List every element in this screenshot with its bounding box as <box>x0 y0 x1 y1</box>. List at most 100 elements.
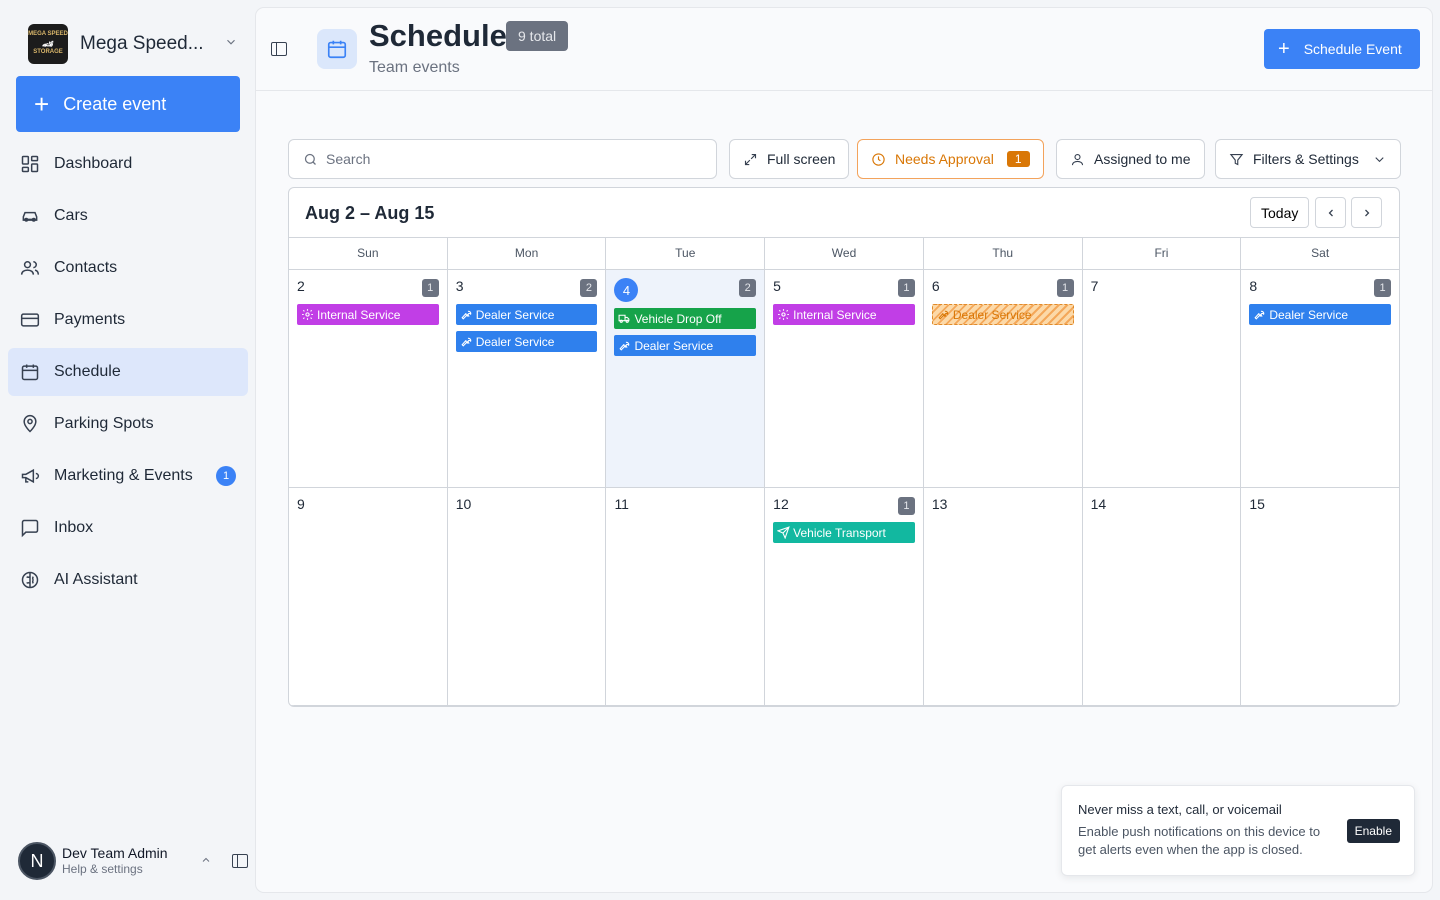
day-number: 6 <box>931 278 940 294</box>
push-notification-toast: Never miss a text, call, or voicemail En… <box>1061 785 1415 876</box>
event-title: Dealer Service <box>1269 307 1349 322</box>
event-count-badge: 1 <box>421 279 439 297</box>
event-count-badge: 2 <box>580 279 598 297</box>
sidebar-item-contacts[interactable]: Contacts <box>8 244 248 292</box>
enable-button[interactable]: Enable <box>1346 819 1400 843</box>
week-row: 9 10 11 12 1 Vehicle Transport 13 14 15 <box>289 488 1399 706</box>
sidebar-item-inbox[interactable]: Inbox <box>8 504 248 552</box>
full-screen-button[interactable]: Full screen <box>729 139 850 179</box>
day-number: 4 <box>614 278 639 302</box>
event-chip[interactable]: Dealer Service <box>614 335 757 356</box>
day-cell[interactable]: 6 1 Dealer Service <box>924 270 1083 487</box>
day-cell[interactable]: 13 <box>924 488 1083 705</box>
search-box[interactable] <box>288 139 717 179</box>
event-count-badge: 1 <box>1056 279 1074 297</box>
weekday-label: Wed <box>765 238 924 269</box>
assigned-to-me-button[interactable]: Assigned to me <box>1056 139 1205 179</box>
day-number: 15 <box>1249 496 1265 512</box>
event-chip[interactable]: Vehicle Drop Off <box>614 308 757 329</box>
sidebar-item-parking-spots[interactable]: Parking Spots <box>8 400 248 448</box>
calendar: Aug 2 – Aug 15 Today Sun Mon Tue Wed Thu Fri S… <box>288 187 1400 707</box>
day-cell[interactable]: 7 <box>1083 270 1242 487</box>
event-chip[interactable]: Dealer Service <box>1249 304 1392 325</box>
day-cell[interactable]: 15 <box>1241 488 1399 705</box>
sidebar-item-marketing-events[interactable]: Marketing & Events 1 <box>8 452 248 500</box>
filter-icon <box>1229 153 1244 165</box>
create-event-button[interactable]: + Create event <box>16 76 240 132</box>
sidebar-item-label: Cars <box>54 207 88 224</box>
event-title: Internal Service <box>793 307 877 322</box>
day-number: 10 <box>455 496 472 512</box>
org-switcher[interactable]: MEGA SPEED 🏎 STORAGE Mega Speed... <box>28 24 238 64</box>
user-subtitle: Help & settings <box>62 862 143 877</box>
chevron-down-icon <box>1375 156 1384 162</box>
toast-body: Enable push notifications on this device… <box>1078 824 1321 858</box>
notification-badge: 1 <box>216 466 236 486</box>
event-title: Internal Service <box>317 307 401 322</box>
day-cell[interactable]: 9 <box>289 488 448 705</box>
sidebar-item-label: Inbox <box>54 519 94 536</box>
prev-button[interactable] <box>1315 197 1346 228</box>
sidebar-item-label: AI Assistant <box>54 571 138 588</box>
search-icon <box>304 153 316 165</box>
day-number: 9 <box>297 496 305 512</box>
event-title: Vehicle Drop Off <box>634 311 722 326</box>
wrench-icon <box>938 310 949 320</box>
day-cell[interactable]: 5 1 Internal Service <box>765 270 924 487</box>
user-menu[interactable]: N Dev Team Admin Help & settings <box>18 842 248 880</box>
sidebar-item-ai-assistant[interactable]: AI Assistant <box>8 556 248 604</box>
day-number: 12 <box>773 496 789 512</box>
chevron-up-icon <box>200 854 212 869</box>
filters-settings-button[interactable]: Filters & Settings <box>1215 139 1401 179</box>
day-cell[interactable]: 2 1 Internal Service <box>289 270 448 487</box>
sidebar-toggle-icon[interactable] <box>271 42 287 56</box>
date-range: Aug 2 – Aug 15 <box>305 203 435 223</box>
sidebar-item-label: Schedule <box>54 363 121 380</box>
event-chip[interactable]: Dealer Service <box>455 304 598 325</box>
event-chip[interactable]: Vehicle Transport <box>773 522 915 543</box>
car-icon <box>22 211 38 222</box>
sidebar-item-payments[interactable]: Payments <box>8 296 248 344</box>
day-cell[interactable]: 12 1 Vehicle Transport <box>765 488 924 705</box>
event-chip[interactable]: Internal Service <box>773 304 915 325</box>
send-icon <box>777 526 790 539</box>
day-cell[interactable]: 11 <box>606 488 766 705</box>
day-cell[interactable]: 14 <box>1083 488 1242 705</box>
pin-icon <box>23 414 37 433</box>
sidebar-collapse-icon[interactable] <box>232 854 248 868</box>
user-icon <box>1071 153 1084 165</box>
page-title: Schedule <box>369 18 507 53</box>
sidebar-item-schedule[interactable]: Schedule <box>8 348 248 396</box>
day-cell[interactable]: 4 2 Vehicle Drop Off Dealer Service <box>606 270 766 487</box>
schedule-event-button[interactable]: + Schedule Event <box>1264 29 1420 69</box>
weekday-label: Mon <box>448 238 607 269</box>
needs-approval-button[interactable]: Needs Approval 1 <box>857 139 1044 179</box>
next-button[interactable] <box>1351 197 1382 228</box>
contacts-icon <box>20 261 40 275</box>
event-chip[interactable]: Internal Service <box>297 304 439 325</box>
weekday-label: Sat <box>1311 246 1330 260</box>
main-panel: Schedule 9 total Team events + Schedule … <box>256 8 1432 892</box>
day-cell[interactable]: 10 <box>448 488 607 705</box>
event-chip[interactable]: Dealer Service <box>455 331 598 352</box>
toast-title: Never miss a text, call, or voicemail <box>1078 802 1282 817</box>
search-input[interactable] <box>326 151 706 167</box>
inbox-icon <box>21 519 39 538</box>
day-cell[interactable]: 8 1 Dealer Service <box>1241 270 1399 487</box>
plus-icon: + <box>34 89 50 119</box>
sidebar-item-dashboard[interactable]: Dashboard <box>8 140 248 188</box>
page-subtitle: Team events <box>369 59 460 76</box>
day-cell[interactable]: 3 2 Dealer Service Dealer Service <box>448 270 607 487</box>
sidebar-item-cars[interactable]: Cars <box>8 192 248 240</box>
today-button[interactable]: Today <box>1250 197 1310 228</box>
clock-icon <box>872 152 885 166</box>
wrench-icon <box>619 341 630 351</box>
day-number: 5 <box>773 278 781 294</box>
chevron-down-icon <box>224 35 238 54</box>
gear-icon <box>302 309 313 320</box>
plus-icon: + <box>1278 37 1290 60</box>
day-number: 8 <box>1249 278 1258 294</box>
event-chip[interactable]: Dealer Service <box>931 304 1074 325</box>
sidebar-item-label: Payments <box>54 311 126 328</box>
page-header: Schedule 9 total Team events + Schedule … <box>256 8 1432 91</box>
